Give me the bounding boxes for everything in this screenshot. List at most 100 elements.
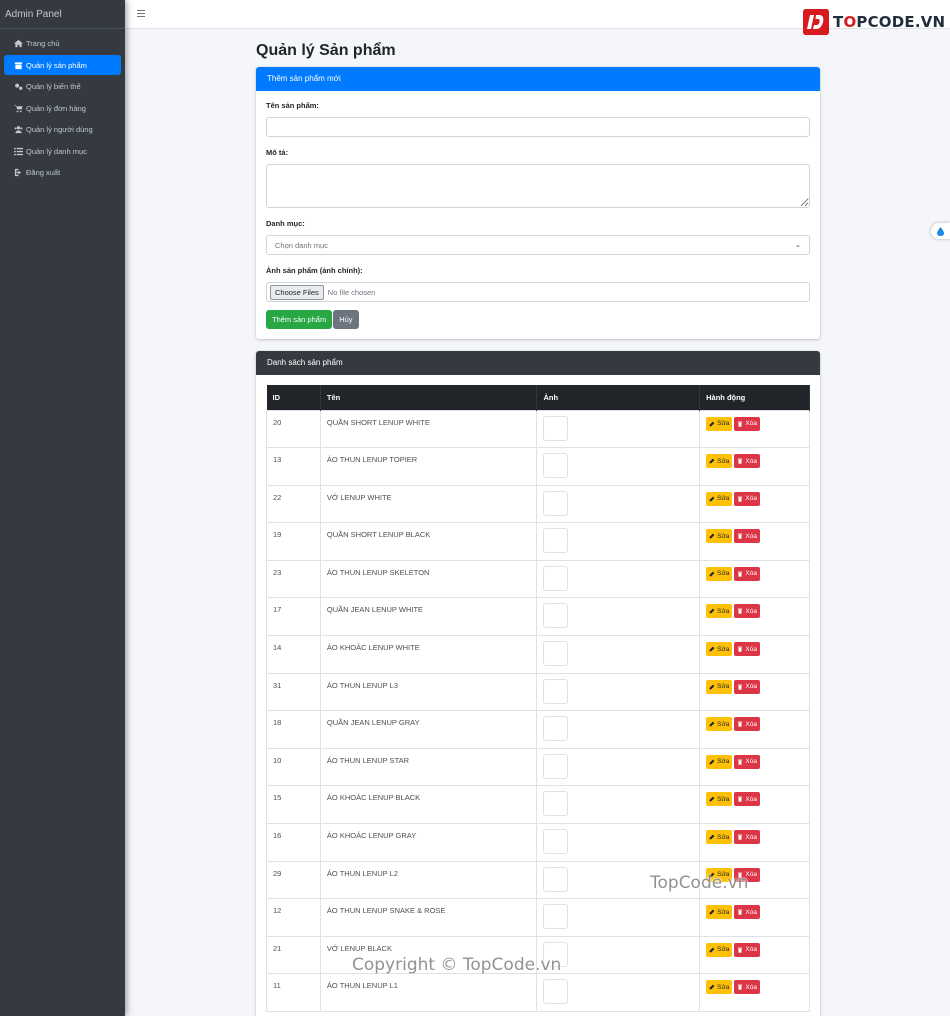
- edit-button[interactable]: Sửa: [706, 566, 733, 581]
- edit-button[interactable]: Sửa: [706, 717, 733, 732]
- product-image-file-input[interactable]: Choose Files No file chosen: [266, 282, 810, 302]
- product-id-cell: 15: [266, 785, 321, 825]
- product-name-cell: ÁO THUN LENUP SNAKE & ROSE: [319, 898, 538, 937]
- sidebar-item-4[interactable]: Quản lý người dùng: [4, 120, 121, 140]
- delete-button[interactable]: Xóa: [734, 867, 760, 882]
- edit-icon: [709, 684, 715, 690]
- delete-button[interactable]: Xóa: [734, 717, 760, 732]
- edit-button[interactable]: Sửa: [706, 642, 733, 657]
- chevron-down-icon: ⌄: [795, 242, 801, 249]
- product-name-input[interactable]: [266, 117, 810, 137]
- page-title: Quản lý Sản phẩm: [256, 42, 396, 59]
- table-row: 13 ÁO THUN LENUP TOPIER Sửa Xóa: [266, 447, 810, 486]
- brand-title[interactable]: Admin Panel: [0, 0, 125, 29]
- edit-icon: [709, 721, 715, 727]
- product-actions-cell: Sửa Xóa: [699, 559, 810, 599]
- product-id-cell: 11: [266, 973, 321, 1012]
- table-row: 17 QUẦN JEAN LENUP WHITE Sửa Xóa: [266, 597, 810, 637]
- sidebar-item-3[interactable]: Quản lý đơn hàng: [4, 98, 121, 118]
- water-drop-icon: [936, 226, 945, 236]
- edit-icon: [709, 834, 715, 840]
- edit-button[interactable]: Sửa: [706, 491, 733, 506]
- delete-button[interactable]: Xóa: [734, 529, 760, 544]
- table-row: 18 QUẦN JEAN LENUP GRAY Sửa Xóa: [266, 710, 810, 749]
- add-product-button[interactable]: Thêm sản phẩm: [266, 310, 333, 329]
- sidebar-item-5[interactable]: Quản lý danh mục: [4, 141, 121, 161]
- topcode-logo: TOPCODE.VN: [803, 9, 945, 35]
- sidebar-item-2[interactable]: Quản lý biến thể: [4, 77, 121, 97]
- product-actions-cell: Sửa Xóa: [699, 710, 810, 749]
- table-row: 12 ÁO THUN LENUP SNAKE & ROSE Sửa Xóa: [266, 898, 810, 937]
- edit-button[interactable]: Sửa: [706, 416, 733, 431]
- product-thumbnail: [543, 791, 569, 817]
- product-id-cell: 20: [266, 409, 321, 449]
- sidebar-item-0[interactable]: Trang chủ: [4, 34, 121, 54]
- product-thumbnail: [543, 866, 569, 892]
- delete-button[interactable]: Xóa: [734, 454, 760, 469]
- category-selected-value: Chọn danh mục: [275, 240, 328, 250]
- sidebar-item-6[interactable]: Đăng xuất: [4, 163, 121, 183]
- sidebar-item-label: Quản lý người dùng: [26, 125, 93, 134]
- trash-icon: [738, 797, 743, 803]
- product-actions-cell: Sửa Xóa: [699, 973, 810, 1012]
- delete-button[interactable]: Xóa: [734, 980, 760, 995]
- edit-button[interactable]: Sửa: [706, 905, 733, 920]
- delete-button[interactable]: Xóa: [734, 416, 760, 431]
- product-name-cell: ÁO KHOÁC LENUP GRAY: [319, 823, 538, 862]
- delete-button[interactable]: Xóa: [734, 754, 760, 769]
- menu-toggle-icon[interactable]: [137, 8, 145, 17]
- product-name-cell: QUẦN JEAN LENUP GRAY: [319, 710, 538, 749]
- cart-icon: [13, 103, 23, 113]
- edit-button[interactable]: Sửa: [706, 980, 733, 995]
- category-select[interactable]: Chọn danh mục ⌄: [266, 235, 810, 255]
- description-label: Mô tả:: [266, 148, 289, 157]
- edit-button[interactable]: Sửa: [706, 942, 733, 957]
- trash-icon: [738, 533, 743, 539]
- product-actions-cell: Sửa Xóa: [699, 522, 810, 561]
- product-actions-cell: Sửa Xóa: [699, 635, 810, 674]
- product-id-cell: 18: [266, 710, 321, 749]
- product-name-cell: ÁO THUN LENUP STAR: [319, 747, 538, 787]
- floating-widget-button[interactable]: [931, 223, 950, 239]
- add-product-card: Thêm sản phẩm mới Tên sản phẩm: Mô tả: D…: [256, 67, 820, 339]
- category-label: Danh mục:: [266, 219, 305, 228]
- edit-button[interactable]: Sửa: [706, 754, 733, 769]
- product-image-cell: [536, 447, 701, 486]
- edit-icon: [709, 909, 715, 915]
- product-image-cell: [536, 935, 701, 975]
- table-row: 16 ÁO KHOÁC LENUP GRAY Sửa Xóa: [266, 823, 810, 862]
- delete-button[interactable]: Xóa: [734, 792, 760, 807]
- choose-files-button[interactable]: Choose Files: [270, 284, 324, 300]
- delete-button[interactable]: Xóa: [734, 942, 760, 957]
- edit-button[interactable]: Sửa: [706, 867, 733, 882]
- product-image-cell: [536, 785, 701, 825]
- delete-button[interactable]: Xóa: [734, 491, 760, 506]
- edit-button[interactable]: Sửa: [706, 792, 733, 807]
- edit-button[interactable]: Sửa: [706, 604, 733, 619]
- edit-button[interactable]: Sửa: [706, 679, 733, 694]
- delete-button[interactable]: Xóa: [734, 642, 760, 657]
- delete-button[interactable]: Xóa: [734, 830, 760, 845]
- edit-button[interactable]: Sửa: [706, 454, 733, 469]
- product-actions-cell: Sửa Xóa: [699, 747, 810, 787]
- table-row: 10 ÁO THUN LENUP STAR Sửa Xóa: [266, 747, 810, 787]
- product-id-cell: 13: [266, 447, 321, 486]
- delete-button[interactable]: Xóa: [734, 604, 760, 619]
- delete-button[interactable]: Xóa: [734, 566, 760, 581]
- product-name-cell: VỚ LENUP BLACK: [319, 935, 538, 975]
- edit-button[interactable]: Sửa: [706, 830, 733, 845]
- description-textarea[interactable]: [266, 164, 810, 208]
- cancel-button[interactable]: Hủy: [333, 310, 359, 329]
- column-header-id: ID: [266, 385, 321, 410]
- product-image-cell: [536, 973, 701, 1012]
- trash-icon: [738, 985, 743, 991]
- edit-icon: [709, 797, 715, 802]
- delete-button[interactable]: Xóa: [734, 905, 760, 920]
- sidebar-item-1[interactable]: Quản lý sản phẩm: [4, 55, 121, 75]
- edit-button[interactable]: Sửa: [706, 529, 733, 544]
- product-list-card: Danh sách sản phẩm ID Tên Ảnh Hành động …: [256, 351, 820, 1016]
- product-image-label: Ảnh sản phẩm (ảnh chính):: [266, 266, 363, 275]
- product-actions-cell: Sửa Xóa: [699, 823, 810, 862]
- delete-button[interactable]: Xóa: [734, 679, 760, 694]
- column-header-image: Ảnh: [536, 385, 701, 410]
